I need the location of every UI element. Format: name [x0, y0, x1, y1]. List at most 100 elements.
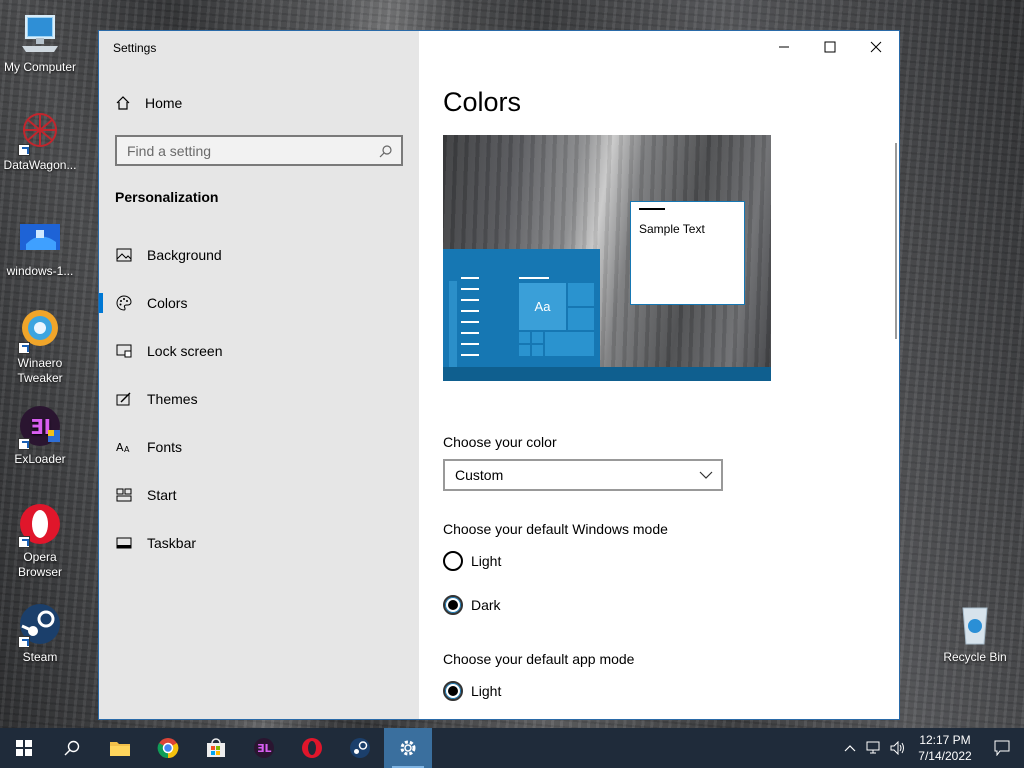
minimize-icon	[779, 46, 789, 48]
taskbar-settings[interactable]	[384, 728, 432, 768]
windows-mode-dark-radio[interactable]: Dark	[443, 595, 501, 615]
color-mode-value: Custom	[455, 467, 504, 483]
app-mode-label: Choose your default app mode	[443, 651, 635, 667]
network-button[interactable]	[862, 728, 886, 768]
window-title: Settings	[113, 41, 157, 55]
taskbar-chrome[interactable]	[144, 728, 192, 768]
opera-icon	[18, 502, 62, 548]
desktop-icon-steam[interactable]: Steam	[0, 602, 80, 665]
desktop-icon-my-computer[interactable]: My Computer	[0, 12, 80, 75]
svg-text:ƎL: ƎL	[257, 742, 272, 755]
volume-button[interactable]	[886, 728, 910, 768]
opera-icon	[302, 738, 322, 758]
winaero-tweaker-icon	[18, 308, 62, 354]
preview-tile-header	[519, 277, 549, 279]
desktop-icon-exloader[interactable]: ƎL ExLoader	[0, 404, 80, 467]
fonts-icon: AA	[115, 438, 133, 456]
sidebar-item-label: Fonts	[147, 439, 183, 455]
color-mode-select[interactable]: Custom	[443, 459, 723, 491]
sidebar-item-label: Start	[147, 487, 177, 503]
taskbar-opera[interactable]	[288, 728, 336, 768]
windows-logo-icon	[16, 740, 32, 756]
sidebar-item-taskbar[interactable]: Taskbar	[99, 519, 419, 567]
taskbar-exloader[interactable]: ƎL	[240, 728, 288, 768]
preview-app-list	[461, 277, 479, 365]
search-input[interactable]: Find a setting	[115, 135, 403, 166]
computer-icon	[18, 12, 62, 56]
radio-label: Light	[471, 553, 502, 569]
preview-window: Sample Text	[630, 201, 745, 305]
chevron-up-icon	[844, 745, 856, 752]
section-title: Personalization	[115, 189, 219, 205]
preview-start-sidebar	[449, 281, 457, 371]
taskbar: ƎL 12:17 PM 7/14/2022	[0, 728, 1024, 768]
desktop-icon-opera[interactable]: Opera Browser	[0, 502, 80, 580]
sidebar-item-label: Colors	[147, 295, 188, 311]
preview-sample-text: Sample Text	[639, 222, 705, 236]
radio-label: Dark	[471, 597, 501, 613]
clock-time: 12:17 PM	[919, 733, 971, 747]
svg-text:A: A	[116, 441, 124, 454]
windows-image-icon	[18, 216, 62, 260]
exloader-icon: ƎL	[254, 738, 274, 758]
steam-icon	[18, 602, 62, 648]
exloader-icon: ƎL	[18, 404, 62, 450]
windows-mode-light-radio[interactable]: Light	[443, 551, 501, 571]
taskbar-file-explorer[interactable]	[96, 728, 144, 768]
chrome-icon	[157, 738, 179, 759]
minimize-button[interactable]	[761, 31, 807, 63]
desktop-icon-datawagon[interactable]: DataWagon...	[0, 110, 80, 173]
home-icon	[116, 96, 130, 110]
sidebar-item-themes[interactable]: Themes	[99, 375, 419, 423]
shortcut-arrow-icon	[18, 342, 30, 354]
sidebar-item-label: Lock screen	[147, 343, 223, 359]
search-placeholder: Find a setting	[127, 142, 212, 159]
desktop-icon-recycle-bin[interactable]: Recycle Bin	[935, 602, 1015, 665]
picture-icon	[115, 246, 133, 264]
scrollbar[interactable]	[895, 143, 897, 339]
taskbar-steam[interactable]	[336, 728, 384, 768]
radio-button-selected[interactable]	[443, 595, 463, 615]
sidebar-item-start[interactable]: Start	[99, 471, 419, 519]
lock-screen-icon	[115, 342, 133, 360]
notifications-button[interactable]	[980, 728, 1024, 768]
show-hidden-icons-button[interactable]	[838, 728, 862, 768]
sidebar-item-lock-screen[interactable]: Lock screen	[99, 327, 419, 375]
close-button[interactable]	[853, 31, 899, 63]
search-button[interactable]	[48, 728, 96, 768]
sidebar-item-label: Taskbar	[147, 535, 197, 551]
desktop-icon-windows[interactable]: windows-1...	[0, 216, 80, 279]
radio-button-selected[interactable]	[443, 681, 463, 701]
preview-taskbar	[443, 367, 771, 381]
radio-label: Light	[471, 683, 502, 699]
recycle-bin-icon	[953, 602, 997, 646]
start-button[interactable]	[0, 728, 48, 768]
shortcut-arrow-icon	[18, 144, 30, 156]
sidebar-item-background[interactable]: Background	[99, 231, 419, 279]
radio-button[interactable]	[443, 551, 463, 571]
chevron-down-icon	[699, 471, 713, 479]
network-icon	[866, 741, 880, 754]
folder-icon	[110, 742, 130, 756]
sidebar-item-colors[interactable]: Colors	[99, 279, 419, 327]
sidebar-item-label: Themes	[147, 391, 198, 407]
clock[interactable]: 12:17 PM 7/14/2022	[910, 732, 980, 764]
colors-page: Colors Aa Sample Text Choose your color …	[419, 31, 899, 719]
close-icon	[870, 41, 882, 53]
maximize-button[interactable]	[807, 31, 853, 63]
taskbar-store[interactable]	[192, 728, 240, 768]
sidebar-item-fonts[interactable]: AA Fonts	[99, 423, 419, 471]
app-mode-light-radio[interactable]: Light	[443, 681, 501, 701]
home-link[interactable]: Home	[115, 95, 182, 111]
home-label: Home	[145, 95, 183, 111]
themes-icon	[115, 390, 133, 408]
shortcut-arrow-icon	[18, 438, 30, 450]
preview-tiles: Aa	[519, 283, 595, 369]
svg-text:A: A	[124, 445, 130, 454]
search-icon	[64, 740, 80, 756]
preview-tile-aa: Aa	[519, 283, 566, 330]
shortcut-arrow-icon	[18, 536, 30, 548]
choose-color-label: Choose your color	[443, 434, 557, 450]
personalization-nav: Background Colors Lock screen Themes AA …	[99, 231, 419, 567]
desktop-icon-winaero[interactable]: Winaero Tweaker	[0, 308, 80, 386]
